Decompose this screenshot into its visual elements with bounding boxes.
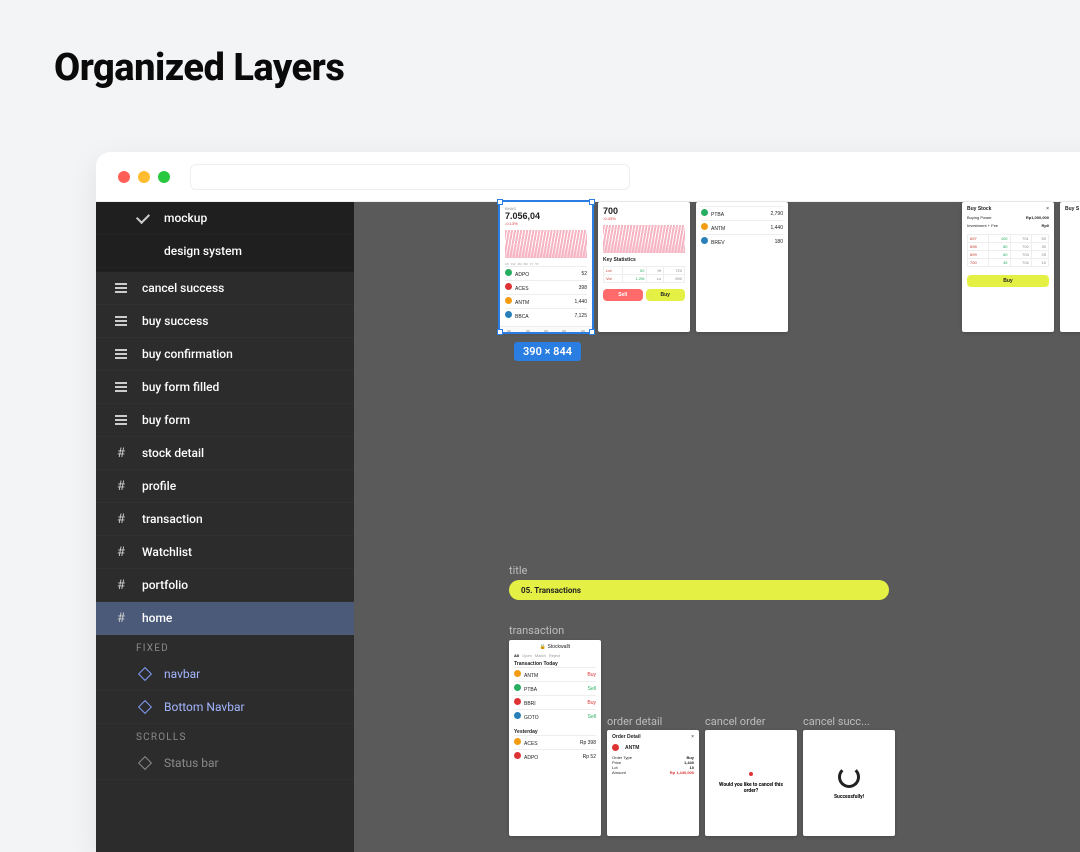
zoom-icon[interactable] bbox=[158, 171, 170, 183]
mock-content: PTBA2,790 ANTM1,440 BREV180 bbox=[696, 202, 788, 252]
layer-buy-form-filled[interactable]: buy form filled bbox=[96, 371, 354, 404]
section-scrolls-label: SCROLLS bbox=[96, 724, 354, 747]
mock-content: 700 -0.43% Key Statistics Lot52Hi720Vol1… bbox=[598, 202, 690, 305]
frame-icon bbox=[114, 578, 128, 592]
minimize-icon[interactable] bbox=[138, 171, 150, 183]
layer-status-bar[interactable]: Status bar bbox=[96, 747, 354, 780]
canvas[interactable]: BHAS 7.056,04 -0.13% 1D1W1M3M1Y5Y ADPO52… bbox=[354, 202, 1080, 852]
layers-panel: mockup design system cancel success buy … bbox=[96, 202, 354, 852]
layer-transaction[interactable]: transaction bbox=[96, 503, 354, 536]
page-mockup[interactable]: mockup bbox=[96, 202, 354, 235]
layer-home[interactable]: home bbox=[96, 602, 354, 635]
mock-home-frame[interactable]: BHAS 7.056,04 -0.13% 1D1W1M3M1Y5Y ADPO52… bbox=[500, 202, 592, 332]
layer-buy-success[interactable]: buy success bbox=[96, 305, 354, 338]
selection-dimensions-badge: 390 × 844 bbox=[514, 342, 581, 361]
layer-icon bbox=[114, 380, 128, 394]
blank-icon bbox=[136, 244, 150, 258]
layer-portfolio[interactable]: portfolio bbox=[96, 569, 354, 602]
frame-title-label: title bbox=[509, 564, 527, 577]
layer-icon bbox=[114, 413, 128, 427]
section-fixed-label: FIXED bbox=[96, 635, 354, 658]
page-title: Organized Layers bbox=[0, 0, 1080, 90]
titlebar bbox=[96, 152, 1080, 202]
selection-handle-icon[interactable] bbox=[497, 199, 503, 205]
component-icon bbox=[138, 667, 152, 681]
frame-icon bbox=[114, 446, 128, 460]
mock-cancel-success-frame[interactable]: Successfully! bbox=[803, 730, 895, 836]
layer-cancel-success[interactable]: cancel success bbox=[96, 272, 354, 305]
mock-order-detail-frame[interactable]: Order Detail× ANTM Order TypeBuy Price1,… bbox=[607, 730, 699, 836]
layer-bottom-navbar[interactable]: Bottom Navbar bbox=[96, 691, 354, 724]
layer-watchlist[interactable]: Watchlist bbox=[96, 536, 354, 569]
layer-stock-detail[interactable]: stock detail bbox=[96, 437, 354, 470]
mock-buy-stock-frame-b[interactable]: Buy S bbox=[1060, 202, 1080, 332]
layer-buy-form[interactable]: buy form bbox=[96, 404, 354, 437]
frame-cancel-order-label: cancel order bbox=[705, 715, 765, 728]
layer-icon bbox=[114, 347, 128, 361]
frame-order-detail-label: order detail bbox=[607, 715, 662, 728]
section-pill[interactable]: 05. Transactions bbox=[509, 580, 889, 600]
frame-transaction-label: transaction bbox=[509, 624, 564, 637]
selection-handle-icon[interactable] bbox=[589, 329, 595, 335]
mock-content: 🔒 Stockwallt AllOpenMatchReject Transact… bbox=[509, 640, 601, 767]
mock-content: Order Detail× ANTM Order TypeBuy Price1,… bbox=[607, 730, 699, 779]
mock-watchlist-frame[interactable]: PTBA2,790 ANTM1,440 BREV180 bbox=[696, 202, 788, 332]
layer-icon bbox=[114, 281, 128, 295]
mock-cancel-order-frame[interactable]: Would you like to cancel this order? bbox=[705, 730, 797, 836]
frame-icon bbox=[114, 545, 128, 559]
mock-buy-stock-frame[interactable]: Buy Stock× Buying PowerRp1,000,000 Inves… bbox=[962, 202, 1054, 332]
frame-icon bbox=[114, 512, 128, 526]
check-icon bbox=[136, 211, 150, 225]
selection-handle-icon[interactable] bbox=[589, 199, 595, 205]
frame-icon bbox=[114, 479, 128, 493]
mock-stock-detail-frame[interactable]: 700 -0.43% Key Statistics Lot52Hi720Vol1… bbox=[598, 202, 690, 332]
component-icon bbox=[138, 756, 152, 770]
spinner-icon bbox=[838, 766, 860, 788]
page-design-system[interactable]: design system bbox=[96, 235, 354, 268]
alert-dot-icon bbox=[749, 772, 753, 776]
layer-navbar[interactable]: navbar bbox=[96, 658, 354, 691]
close-icon[interactable] bbox=[118, 171, 130, 183]
selection-handle-icon[interactable] bbox=[497, 329, 503, 335]
component-icon bbox=[138, 700, 152, 714]
layer-buy-confirmation[interactable]: buy confirmation bbox=[96, 338, 354, 371]
layer-profile[interactable]: profile bbox=[96, 470, 354, 503]
traffic-lights bbox=[118, 171, 170, 183]
frame-cancel-success-label: cancel succ... bbox=[803, 715, 870, 728]
mock-transaction-frame[interactable]: 🔒 Stockwallt AllOpenMatchReject Transact… bbox=[509, 640, 601, 836]
layer-icon bbox=[114, 314, 128, 328]
editor: mockup design system cancel success buy … bbox=[96, 202, 1080, 852]
mock-content: BHAS 7.056,04 -0.13% 1D1W1M3M1Y5Y ADPO52… bbox=[500, 202, 592, 326]
mock-content: Buy Stock× Buying PowerRp1,000,000 Inves… bbox=[962, 202, 1054, 291]
design-app-window: mockup design system cancel success buy … bbox=[96, 152, 1080, 852]
url-bar[interactable] bbox=[190, 164, 630, 190]
frame-icon bbox=[114, 611, 128, 625]
